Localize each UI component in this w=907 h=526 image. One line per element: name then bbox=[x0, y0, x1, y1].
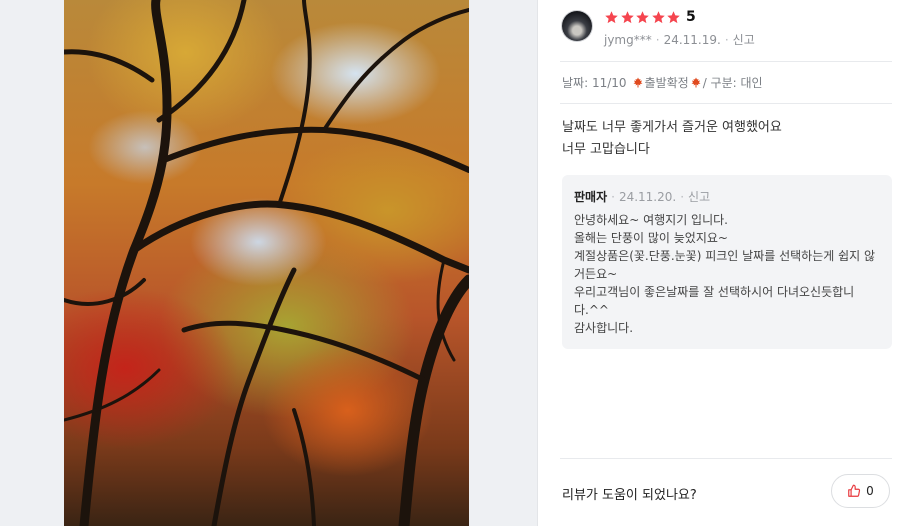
like-count: 0 bbox=[866, 484, 874, 498]
trip-status: 출발확정 bbox=[644, 76, 689, 90]
divider bbox=[560, 458, 892, 459]
reply-report-link[interactable]: 신고 bbox=[688, 190, 710, 204]
avatar bbox=[562, 11, 592, 41]
helpful-like-button[interactable]: 0 bbox=[831, 474, 890, 508]
reply-line: 우리고객님이 좋은날짜를 잘 선택하시어 다녀오신듯합니 bbox=[574, 285, 855, 299]
rating-score: 5 bbox=[685, 9, 696, 25]
review-panel: 5 jymg*** · 24.11.19. · 신고 날짜: 11/10 출발확정 / … bbox=[538, 0, 907, 526]
star-icon bbox=[605, 10, 618, 23]
star-icon bbox=[636, 10, 649, 23]
review-photo[interactable] bbox=[64, 0, 469, 526]
review-date: 24.11.19. bbox=[663, 33, 721, 47]
reply-line: 계절상품은(꽃.단풍.눈꽃) 피크인 날짜를 선택하는게 쉽지 않 bbox=[574, 249, 876, 263]
helpful-question: 리뷰가 도움이 되었나요? bbox=[562, 488, 697, 503]
reply-line: 감사합니다. bbox=[574, 321, 634, 335]
reply-line: 다.^^ bbox=[574, 303, 609, 317]
review-body: 날짜도 너무 좋게가서 즐거운 여행했어요 너무 고맙습니다 bbox=[562, 117, 782, 161]
reply-line: 거든요~ bbox=[574, 267, 618, 281]
thumbs-up-icon bbox=[848, 484, 861, 497]
reviewer-name: jymg*** bbox=[604, 33, 652, 47]
star-icon bbox=[620, 10, 634, 23]
tree-branches bbox=[64, 0, 469, 526]
trip-type: / 구분: 대인 bbox=[702, 76, 763, 90]
star-icon bbox=[667, 10, 681, 23]
report-link[interactable]: 신고 bbox=[733, 33, 755, 47]
seller-reply: 판매자 · 24.11.20. · 신고 안녕하세요~ 여행지기 입니다. 올해는 단풍… bbox=[562, 175, 892, 349]
reply-body: 안녕하세요~ 여행지기 입니다. 올해는 단풍이 많이 늦었지요~ 계절상품은(… bbox=[574, 211, 884, 337]
maple-leaf-icon bbox=[633, 77, 643, 87]
photo-pane bbox=[0, 0, 537, 526]
reply-line: 안녕하세요~ 여행지기 입니다. bbox=[574, 213, 728, 227]
maple-leaf-icon bbox=[691, 77, 701, 87]
trip-info: 날짜: 11/10 출발확정 / 구분: 대인 bbox=[562, 74, 763, 91]
review-meta: jymg*** · 24.11.19. · 신고 bbox=[604, 33, 755, 47]
reply-line: 올해는 단풍이 많이 늦었지요~ bbox=[574, 231, 728, 245]
reply-date: 24.11.20. bbox=[618, 190, 677, 204]
reply-author: 판매자 bbox=[574, 190, 608, 204]
divider bbox=[560, 103, 892, 104]
trip-date: 날짜: 11/10 bbox=[562, 76, 627, 90]
star-icon bbox=[652, 10, 665, 23]
review-line: 날짜도 너무 좋게가서 즐거운 여행했어요 bbox=[562, 120, 782, 135]
rating-stars: 5 bbox=[604, 9, 696, 25]
review-line: 너무 고맙습니다 bbox=[562, 142, 650, 157]
reply-header: 판매자 · 24.11.20. · 신고 bbox=[574, 190, 711, 204]
divider bbox=[560, 61, 892, 62]
